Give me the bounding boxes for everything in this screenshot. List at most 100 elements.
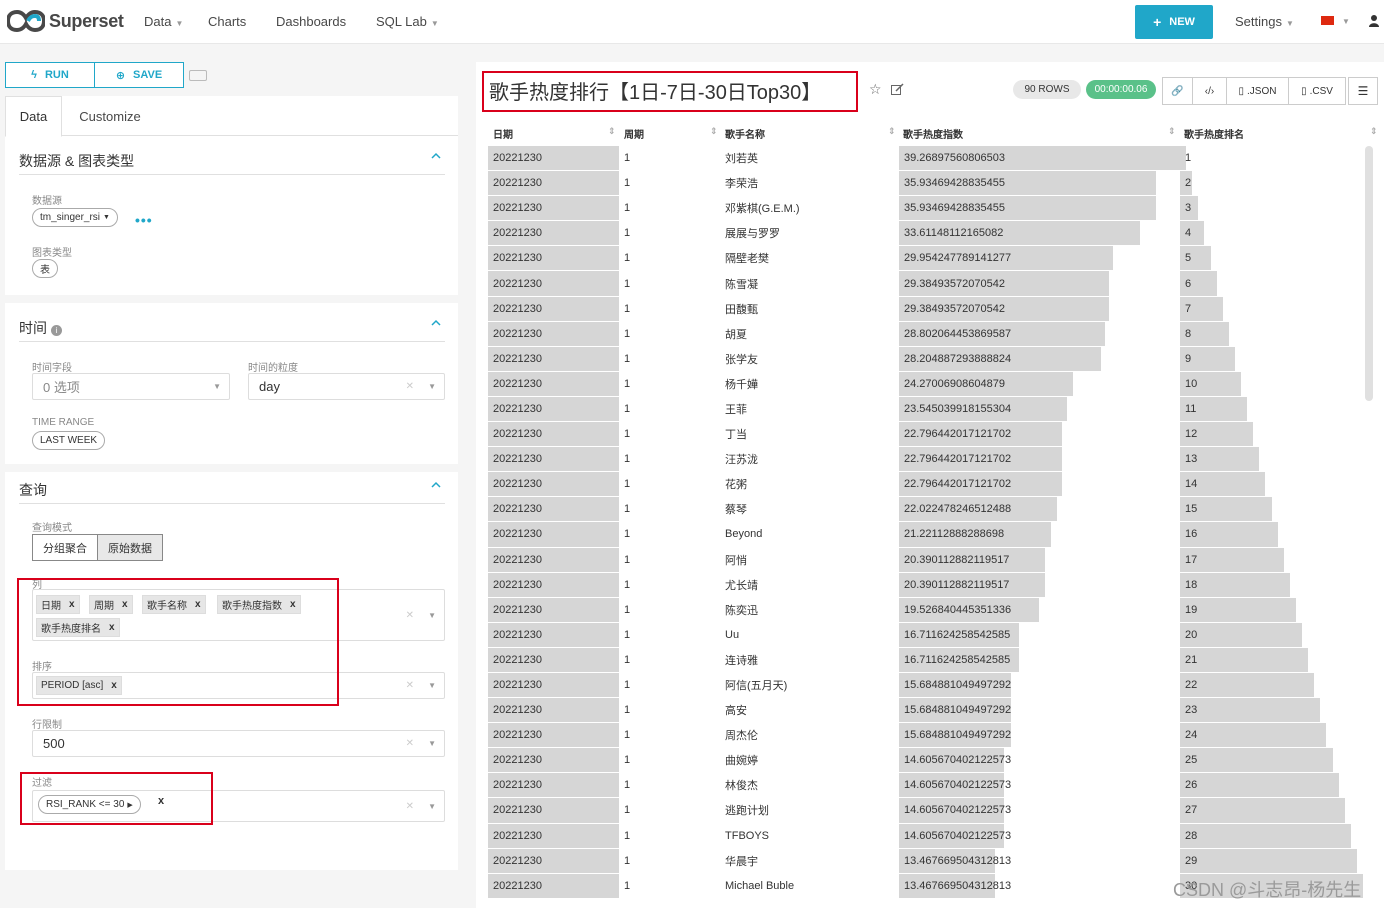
date-cell: 20221230 [488,849,619,874]
clear-icon[interactable]: ✕ [406,738,414,749]
time-grain-value: day [259,379,280,394]
logo-text: Superset [49,10,124,31]
caret-down-icon: ▼ [428,739,436,748]
edit-icon[interactable] [891,83,904,95]
rsi-cell: 15.684881049497292 [899,698,1180,724]
mode-aggregate[interactable]: 分组聚合 [33,535,97,560]
singer-cell: 花粥 [720,472,899,498]
highlight-box [20,772,213,825]
link-icon[interactable]: 🔗 [1163,78,1193,104]
table-row: 20221230 1 陈奕迅 19.526840445351336 19 [488,597,1366,623]
chevron-up-icon[interactable] [430,317,442,329]
code-icon[interactable]: ‹/› [1193,78,1227,104]
col-header-date[interactable]: 日期 [493,126,513,141]
superset-logo[interactable]: Superset [7,8,124,34]
table-row: 20221230 1 逃跑计划 14.605670402122573 27 [488,798,1366,824]
nav-dashboards[interactable]: Dashboards [276,14,346,29]
viz-type-pill[interactable]: 表 [32,259,58,278]
datasource-pill[interactable]: tm_singer_rsi ▼ [32,208,118,227]
datasource-section-title[interactable]: 数据源 & 图表类型 [19,151,134,171]
date-cell: 20221230 [488,322,619,347]
rank-cell: 20 [1180,623,1363,648]
clear-icon[interactable]: ✕ [406,610,414,621]
divider [19,503,445,504]
clear-icon[interactable]: ✕ [406,801,414,812]
rsi-cell: 15.684881049497292 [899,673,1180,699]
row-limit-select[interactable]: 500 ✕ ▼ [32,730,445,757]
sort-icon[interactable]: ⇕ [1370,126,1378,137]
period-cell: 1 [619,648,720,673]
singer-cell: 陈雪凝 [720,271,899,297]
col-header-rsi[interactable]: 歌手热度指数 [903,126,963,141]
rsi-cell: 13.467669504312813 [899,874,1180,899]
mode-raw[interactable]: 原始数据 [97,535,162,560]
menu-icon[interactable]: ☰ [1348,77,1378,105]
chevron-up-icon[interactable] [430,150,442,162]
user-icon[interactable] [1369,15,1379,27]
caret-down-icon: ▼ [428,610,436,620]
table-row: 20221230 1 隔壁老樊 29.954247789141277 5 [488,246,1366,272]
col-header-period[interactable]: 周期 [624,126,644,141]
clear-icon[interactable]: ✕ [406,381,414,392]
period-cell: 1 [619,171,720,197]
singer-cell: 阿悄 [720,548,899,573]
chevron-up-icon[interactable] [430,479,442,491]
rsi-cell: 35.93469428835455 [899,171,1180,197]
nav-sql-lab[interactable]: SQL Lab ▼ [376,14,439,29]
export-csv-button[interactable]: ▯ .CSV [1289,78,1345,104]
col-header-rank[interactable]: 歌手热度排名 [1184,126,1244,141]
chart-title[interactable]: 歌手热度排行【1日-7日-30日Top30】 [489,76,821,105]
query-section-title[interactable]: 查询 [19,480,47,500]
new-button[interactable]: + NEW [1135,5,1213,39]
rank-cell: 22 [1180,673,1363,699]
clear-icon[interactable]: ✕ [406,680,414,691]
sort-icon[interactable]: ⇕ [1168,126,1176,137]
sort-icon[interactable]: ⇕ [710,126,718,137]
chart-panel: 歌手热度排行【1日-7日-30日Top30】 ☆ 90 ROWS 00:00:0… [476,62,1384,908]
date-cell: 20221230 [488,548,619,573]
table-row: 20221230 1 TFBOYS 14.605670402122573 28 [488,823,1366,849]
top-navbar: Superset Data ▼ Charts Dashboards SQL Lab… [0,0,1384,44]
rank-cell: 16 [1180,522,1363,548]
chevron-down-icon: ▼ [103,214,110,221]
sort-icon[interactable]: ⇕ [608,126,616,137]
rank-cell: 4 [1180,221,1363,247]
singer-cell: Beyond [720,522,899,548]
table-row: 20221230 1 展展与罗罗 33.61148112165082 4 [488,221,1366,247]
table-row: 20221230 1 高安 15.684881049497292 23 [488,698,1366,724]
rsi-cell: 29.38493572070542 [899,271,1180,297]
nav-charts[interactable]: Charts [208,14,246,29]
period-cell: 1 [619,824,720,849]
query-time-badge: 00:00:00.06 [1086,80,1156,99]
section-gap [5,295,458,303]
settings-menu[interactable]: Settings ▼ [1235,14,1294,29]
save-button[interactable]: ⊕ SAVE [95,63,183,87]
star-icon[interactable]: ☆ [869,81,882,98]
export-json-button[interactable]: ▯ .JSON [1227,78,1289,104]
rank-cell: 25 [1180,748,1363,774]
tab-data[interactable]: Data [5,96,62,137]
export-toolbar: 🔗 ‹/› ▯ .JSON ▯ .CSV [1162,77,1346,105]
period-cell: 1 [619,522,720,548]
row-limit-label: 行限制 [32,720,62,731]
col-header-singer[interactable]: 歌手名称 [725,126,765,141]
nav-data[interactable]: Data ▼ [144,14,183,29]
tab-customize[interactable]: Customize [65,96,155,136]
sort-icon[interactable]: ⇕ [888,126,896,137]
highlight-box [17,578,339,706]
singer-cell: 高安 [720,698,899,724]
date-cell: 20221230 [488,698,619,724]
time-section-title[interactable]: 时间 i [19,318,62,338]
time-grain-select[interactable]: day ✕ ▼ [248,373,445,400]
keyboard-icon[interactable] [189,70,207,81]
scrollbar[interactable] [1365,146,1373,401]
time-range-pill[interactable]: LAST WEEK [32,431,106,450]
rank-cell: 27 [1180,798,1363,824]
china-flag-icon[interactable] [1321,16,1334,25]
rank-cell: 3 [1180,196,1363,222]
caret-down-icon: ▼ [213,382,221,391]
date-cell: 20221230 [488,347,619,372]
more-icon[interactable]: ••• [135,212,153,228]
run-button[interactable]: ϟ RUN [6,63,95,87]
time-column-select[interactable]: 0 选项 ▼ [32,373,230,400]
